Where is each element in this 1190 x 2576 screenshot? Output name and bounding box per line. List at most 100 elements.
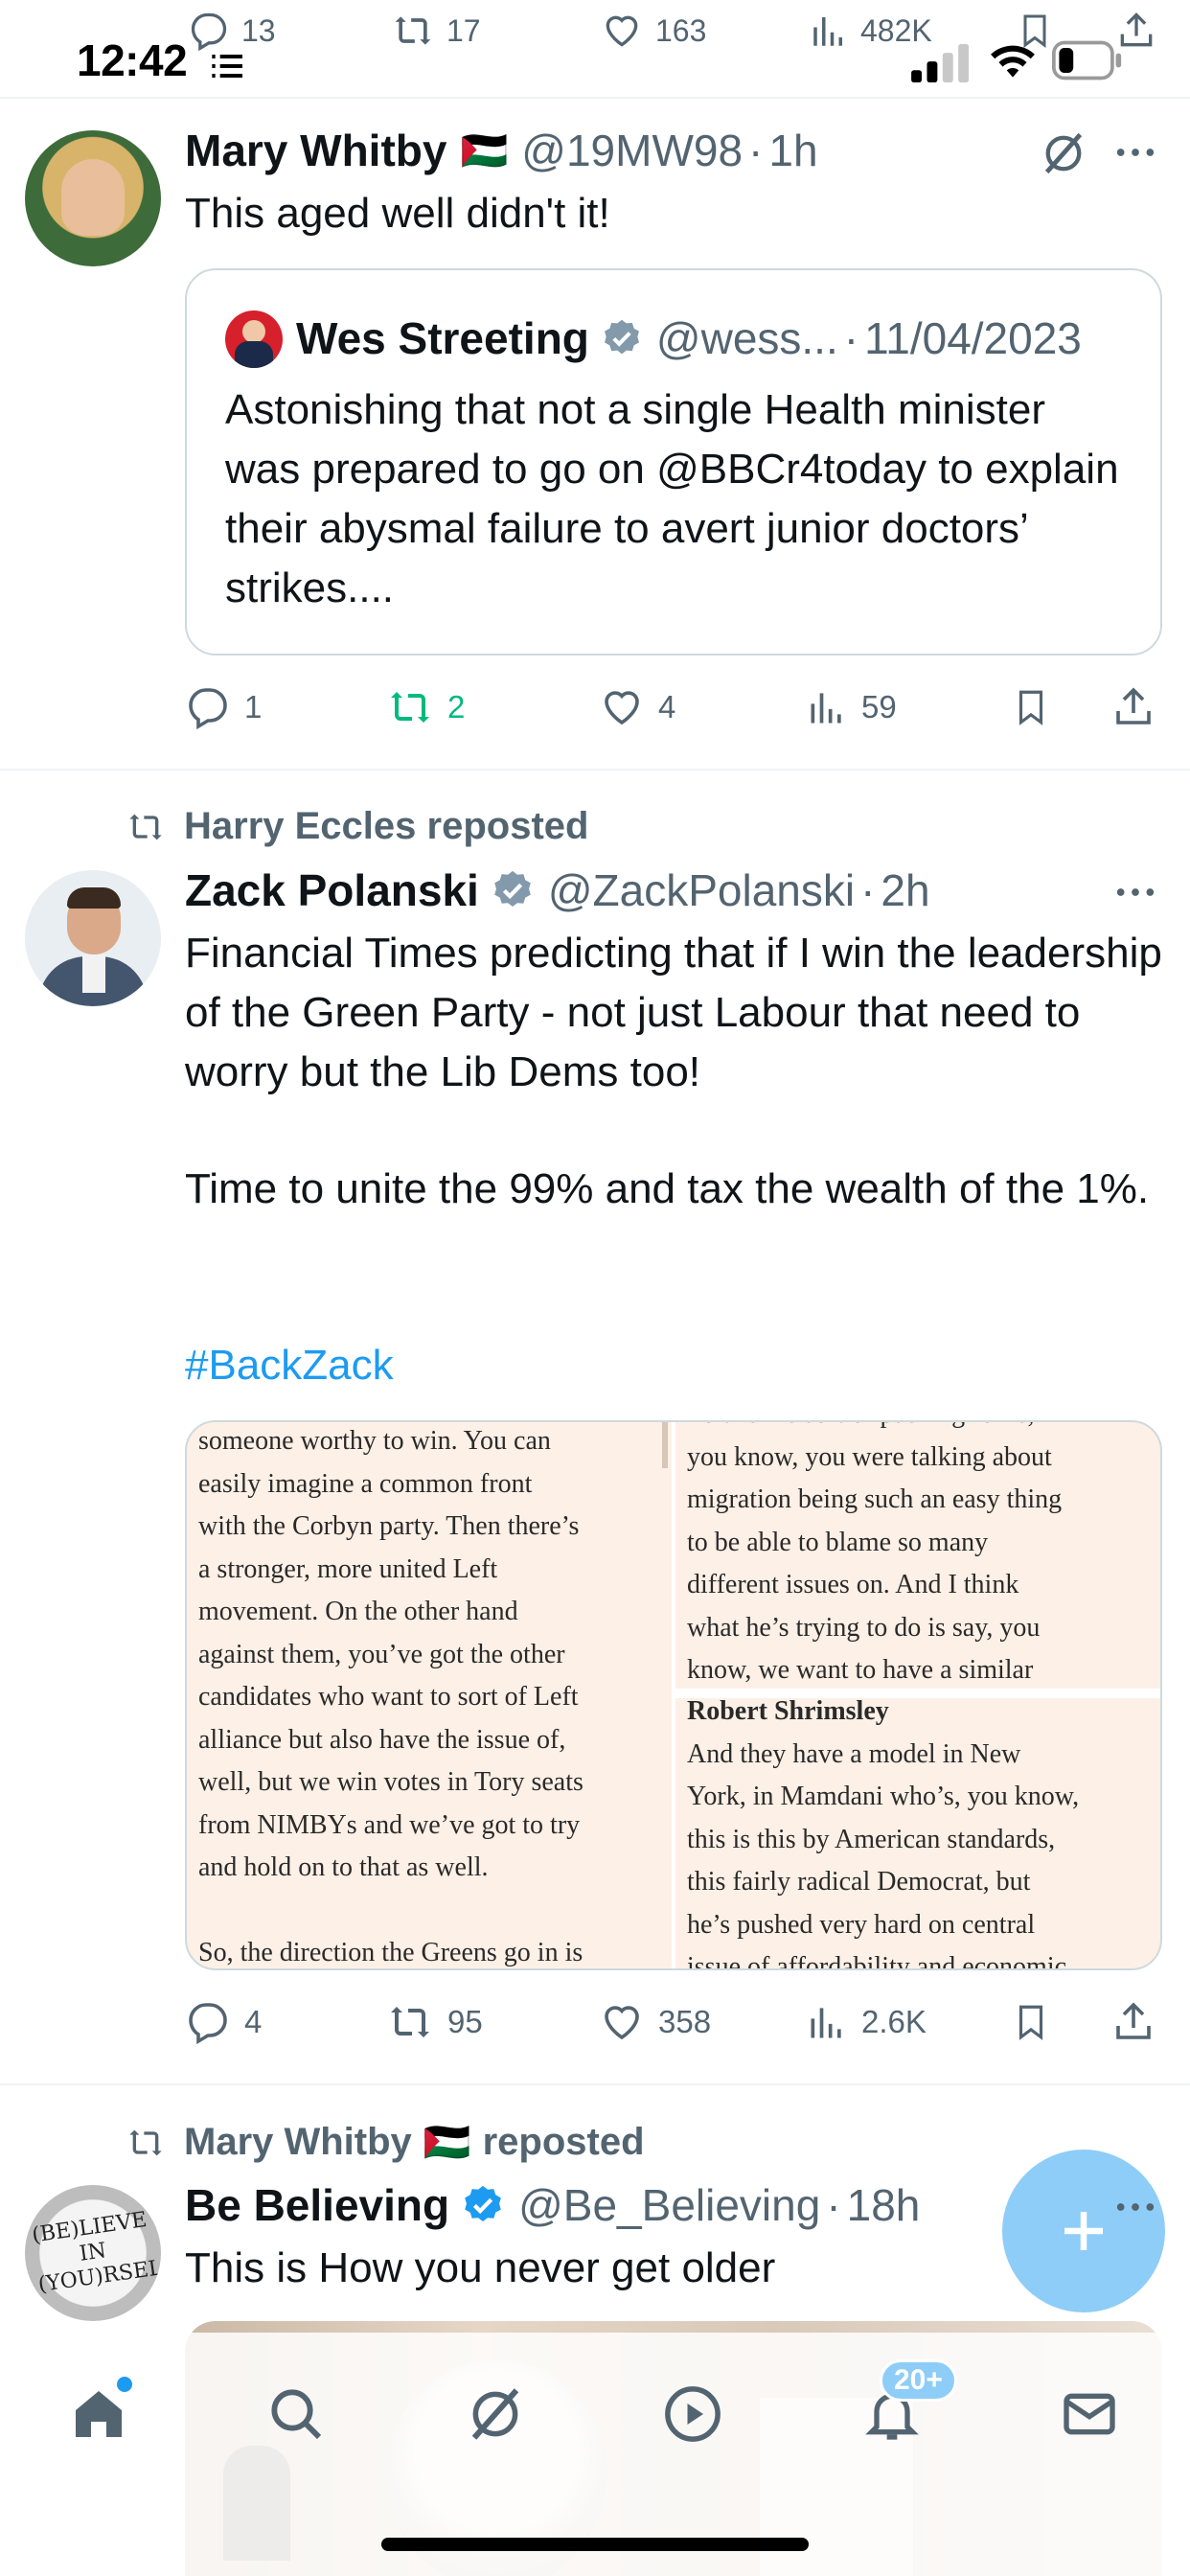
- reply-count: 4: [244, 2004, 263, 2039]
- author-handle[interactable]: @Be_Believing: [518, 2179, 820, 2231]
- tweet-time[interactable]: 1h: [768, 125, 817, 176]
- more-icon[interactable]: [1113, 2191, 1157, 2223]
- tab-search[interactable]: [253, 2371, 339, 2457]
- status-time: 12:42: [77, 35, 188, 85]
- avatar[interactable]: [25, 130, 161, 266]
- media-text-line: Polanski’s sort of pushing for is,: [687, 1422, 1160, 1437]
- tab-video[interactable]: [650, 2371, 736, 2457]
- avatar[interactable]: [25, 870, 161, 1006]
- heart-icon: [606, 15, 638, 47]
- tab-messages[interactable]: [1046, 2371, 1133, 2457]
- quote-avatar: [225, 310, 283, 368]
- tweet-text-paragraph-1: Financial Times predicting that if I win…: [185, 930, 1162, 1095]
- comment-icon: [189, 2003, 227, 2045]
- tweet-header: Zack Polanski @ZackPolanski · 2h: [185, 864, 930, 916]
- media-text-line: candidates who want to sort of Left: [198, 1682, 579, 1712]
- author-handle[interactable]: @ZackPolanski: [548, 864, 855, 916]
- share-button[interactable]: [1110, 678, 1156, 736]
- media-text-line: York, in Mamdani who’s, you know,: [687, 1782, 1080, 1811]
- views-button[interactable]: 2.6K: [806, 1993, 927, 2051]
- avatar-face: [61, 159, 125, 236]
- media-text-line: [198, 1890, 668, 1933]
- quoted-tweet[interactable]: Wes Streeting @wess... · 11/04/2023 Asto…: [185, 268, 1162, 656]
- repost-count: 95: [447, 2004, 483, 2039]
- views-icon: [811, 693, 841, 724]
- reply-button[interactable]: 4: [185, 1993, 262, 2051]
- grok-icon[interactable]: [1039, 128, 1088, 178]
- previous-repost-button[interactable]: 17: [391, 10, 481, 52]
- author-name[interactable]: Be Believing: [185, 2179, 449, 2231]
- author-name[interactable]: Mary Whitby: [185, 125, 446, 176]
- tweet-time[interactable]: 18h: [847, 2179, 921, 2231]
- share-button[interactable]: [1110, 1993, 1156, 2051]
- quote-author-name: Wes Streeting: [296, 313, 589, 363]
- tab-notifications[interactable]: 20+: [849, 2359, 957, 2457]
- tweet-time[interactable]: 2h: [881, 864, 929, 916]
- repost-button[interactable]: 2: [386, 678, 465, 736]
- repost-context-flag: 🇵🇸: [423, 2122, 471, 2164]
- compose-post-button[interactable]: [1002, 2150, 1165, 2312]
- verified-icon: [465, 2185, 501, 2222]
- comment-icon: [189, 688, 227, 730]
- like-button[interactable]: 358: [599, 1993, 711, 2051]
- repost-context-name[interactable]: Mary Whitby: [184, 2121, 412, 2164]
- notifications-badge: 20+: [880, 2359, 957, 2402]
- repost-context: Harry Eccles reposted: [123, 805, 588, 848]
- divider: [0, 769, 1190, 770]
- media-text-line: with the Corbyn party. Then there’s: [198, 1511, 580, 1541]
- reply-button[interactable]: 1: [185, 678, 262, 736]
- media-text-line: to be able to blame so many: [687, 1527, 989, 1557]
- views-button[interactable]: 59: [806, 678, 897, 736]
- like-button[interactable]: 4: [599, 678, 675, 736]
- previous-reply-button[interactable]: 13: [188, 10, 276, 52]
- media-text-line: issue of affordability and economic: [687, 1952, 1067, 1970]
- more-icon[interactable]: [1113, 136, 1157, 169]
- focus-list-icon: [212, 54, 242, 78]
- signal-icon: [911, 44, 970, 82]
- tweet-media-image[interactable]: someone worthy to win. You can easily ima…: [185, 1420, 1162, 1970]
- media-text-line: well, but we win votes in Tory seats: [198, 1767, 584, 1797]
- media-text-line: And they have a model in New: [687, 1738, 1021, 1769]
- more-icon[interactable]: [1113, 876, 1157, 908]
- author-name[interactable]: Zack Polanski: [185, 864, 479, 916]
- repost-icon: [129, 814, 162, 840]
- repost-button[interactable]: 95: [386, 1993, 483, 2051]
- heart-icon: [605, 2006, 639, 2040]
- author-handle[interactable]: @19MW98: [521, 125, 743, 176]
- media-text-line: he’s pushed very hard on central: [687, 1909, 1036, 1940]
- repost-icon: [391, 2007, 429, 2037]
- bookmark-icon: [1018, 2005, 1043, 2040]
- verified-icon: [604, 319, 639, 355]
- media-text-line: you know, you were talking about: [687, 1441, 1052, 1472]
- media-text-line: from NIMBYs and we’ve got to try: [198, 1809, 581, 1840]
- repost-icon: [391, 692, 429, 723]
- tab-home[interactable]: [56, 2371, 142, 2457]
- views-count: 59: [861, 689, 897, 724]
- repost-context: Mary Whitby 🇵🇸 reposted: [123, 2120, 645, 2165]
- hashtag-link[interactable]: #BackZack: [185, 1336, 394, 1395]
- share-icon: [1116, 2002, 1151, 2039]
- home-icon: [76, 2391, 122, 2437]
- avatar[interactable]: (BE)LIEVE IN (YOU)RSELF: [25, 2185, 161, 2321]
- repost-count: 2: [447, 689, 466, 724]
- bookmark-button[interactable]: [1011, 1993, 1051, 2051]
- wifi-icon: [991, 45, 1035, 78]
- share-icon: [1116, 687, 1151, 724]
- repost-context-text[interactable]: Harry Eccles reposted: [184, 805, 588, 848]
- status-bar: 13 17 163 482K 12:42: [0, 0, 1190, 96]
- tweet-text-paragraph-2: Time to unite the 99% and tax the wealth…: [185, 1165, 1150, 1212]
- divider: [0, 2083, 1190, 2085]
- separator-dot: ·: [748, 126, 764, 175]
- like-count: 358: [658, 2004, 712, 2039]
- views-icon: [811, 2008, 841, 2038]
- views-count: 2.6K: [861, 2004, 927, 2039]
- views-icon: [813, 17, 842, 46]
- media-speaker-name: Robert Shrimsley: [687, 1696, 889, 1726]
- bookmark-button[interactable]: [1011, 678, 1051, 736]
- tweet-text: This aged well didn't it!: [185, 190, 610, 237]
- divider: [0, 97, 1190, 99]
- separator-dot: ·: [860, 865, 876, 915]
- media-text-line: easily imagine a common front: [198, 1468, 533, 1499]
- previous-like-button[interactable]: 163: [600, 10, 706, 52]
- tab-grok[interactable]: [452, 2371, 538, 2457]
